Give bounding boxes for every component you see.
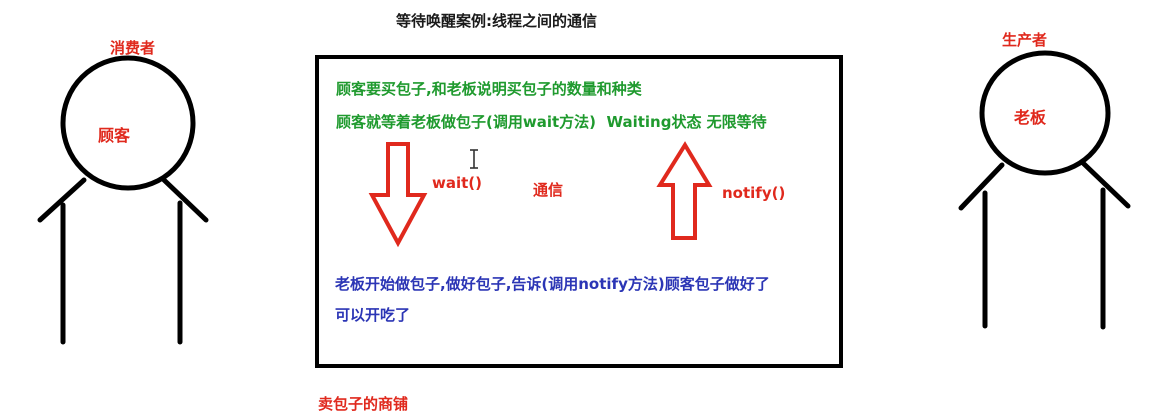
consumer-figure <box>37 55 209 345</box>
consumer-name-label: 顾客 <box>98 126 131 145</box>
wait-arrow <box>368 142 428 248</box>
step-notify-text: 老板开始做包子,做好包子,告诉(调用notify方法)顾客包子做好了 <box>335 275 770 293</box>
producer-figure <box>958 50 1131 330</box>
step-eat-text: 可以开吃了 <box>335 306 411 324</box>
producer-role-label: 生产者 <box>1002 31 1048 49</box>
producer-name-label: 老板 <box>1014 108 1047 127</box>
consumer-right-arm <box>161 177 209 223</box>
step-request-text: 顾客要买包子,和老板说明买包子的数量和种类 <box>336 80 642 98</box>
diagram-canvas <box>37 50 1131 368</box>
text-cursor-icon <box>470 149 478 169</box>
diagram-title: 等待唤醒案例:线程之间的通信 <box>396 12 597 30</box>
wait-label: wait() <box>432 174 483 192</box>
notify-arrow <box>656 141 713 240</box>
shop-label: 卖包子的商铺 <box>318 395 409 413</box>
consumer-role-label: 消费者 <box>110 39 156 57</box>
communication-label: 通信 <box>533 181 564 199</box>
producer-left-arm <box>958 162 1005 211</box>
notify-label: notify() <box>722 184 786 202</box>
step-wait-text: 顾客就等着老板做包子(调用wait方法) Waiting状态 无限等待 <box>336 113 767 131</box>
